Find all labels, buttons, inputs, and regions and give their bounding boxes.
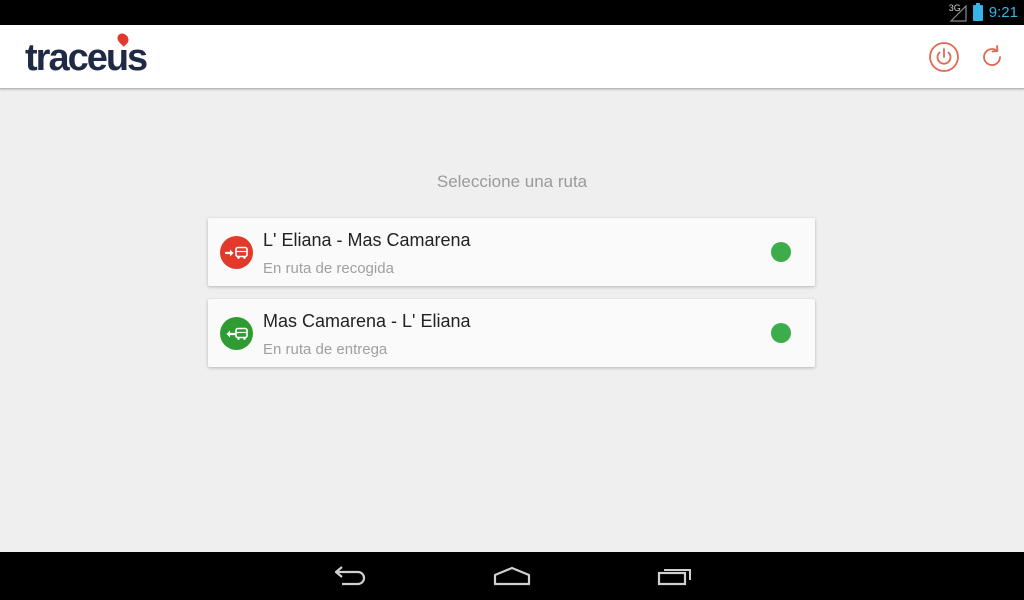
refresh-button[interactable] <box>976 41 1008 73</box>
route-item-eliana-to-camarena[interactable]: L' Eliana - Mas Camarena En ruta de reco… <box>208 218 815 286</box>
route-subtitle: En ruta de entrega <box>263 341 388 358</box>
back-button[interactable] <box>325 560 375 592</box>
recent-apps-button[interactable] <box>650 560 700 592</box>
refresh-icon <box>983 45 1001 66</box>
power-icon <box>929 42 959 72</box>
network-type: 3G <box>948 2 961 13</box>
clock: 9:21 <box>988 4 1018 21</box>
bus-outbound-arrow-icon <box>220 236 253 269</box>
route-item-camarena-to-eliana[interactable]: Mas Camarena - L' Eliana En ruta de entr… <box>208 299 815 367</box>
route-status-indicator <box>771 323 791 343</box>
traceus-logo: traceus <box>25 31 148 79</box>
route-status-indicator <box>771 242 791 262</box>
route-title: L' Eliana - Mas Camarena <box>263 230 471 250</box>
signal-icon: 3G <box>948 2 967 22</box>
recent-apps-icon <box>657 569 691 586</box>
route-title: Mas Camarena - L' Eliana <box>263 311 471 331</box>
back-icon <box>334 566 366 586</box>
system-navigation-bar <box>0 552 1024 600</box>
select-route-prompt: Seleccione una ruta <box>436 172 588 191</box>
app-action-bar: traceus <box>0 25 1024 89</box>
route-subtitle: En ruta de recogida <box>263 260 394 277</box>
system-status-bar: 3G 9:21 <box>0 0 1024 25</box>
home-button[interactable] <box>487 560 537 592</box>
power-button[interactable] <box>928 41 960 73</box>
status-icons: 3G 9:21 <box>949 2 1018 23</box>
home-icon <box>493 566 531 586</box>
battery-icon <box>972 2 983 21</box>
logo-text: traceus <box>25 37 148 79</box>
bus-inbound-arrow-icon <box>220 317 253 350</box>
